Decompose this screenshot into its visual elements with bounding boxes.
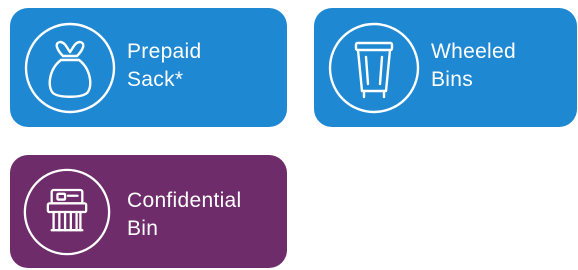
wheeled-bins-tile[interactable]: Wheeled Bins: [314, 8, 577, 127]
wheeled-bins-label-line2: Bins: [431, 68, 474, 91]
confidential-bin-label-line1: Confidential: [127, 189, 242, 212]
service-tiles-grid: Prepaid Sack* Wheeled Bins Confidential …: [0, 0, 578, 270]
shredder-icon: [22, 167, 112, 257]
wheeled-bins-label-line1: Wheeled: [431, 40, 516, 63]
confidential-bin-tile[interactable]: Confidential Bin: [10, 155, 287, 268]
prepaid-sack-label: Prepaid Sack*: [127, 38, 277, 94]
prepaid-sack-tile[interactable]: Prepaid Sack*: [10, 8, 287, 127]
sack-icon: [23, 21, 117, 115]
prepaid-sack-label-line1: Prepaid: [127, 40, 202, 63]
wheeled-bins-label: Wheeled Bins: [431, 38, 571, 94]
confidential-bin-label-line2: Bin: [127, 217, 159, 240]
wheeled-bin-icon: [327, 21, 421, 115]
confidential-bin-label: Confidential Bin: [127, 187, 282, 243]
prepaid-sack-label-line2: Sack*: [127, 68, 184, 91]
